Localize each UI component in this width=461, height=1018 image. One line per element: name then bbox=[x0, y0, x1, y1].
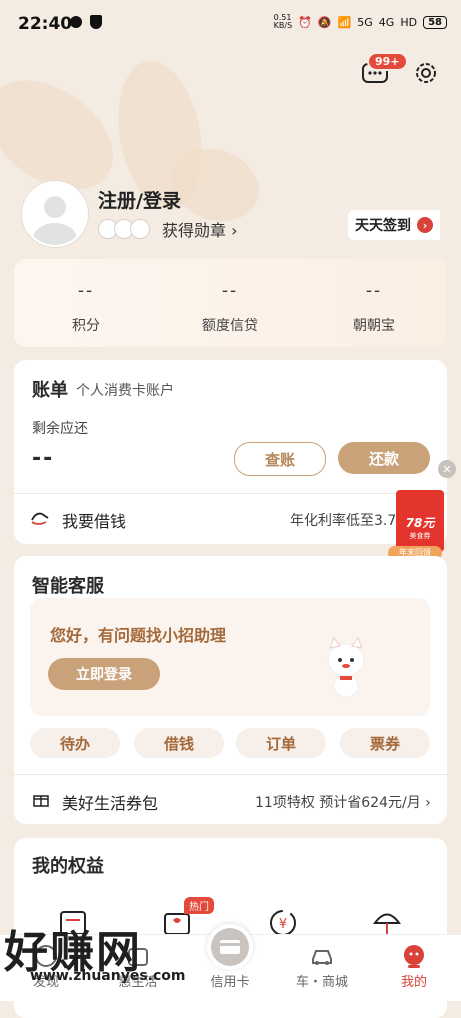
credit-card-icon bbox=[211, 928, 249, 966]
repay-button[interactable]: 还款 bbox=[338, 442, 430, 474]
svg-text:¥: ¥ bbox=[279, 917, 287, 932]
stats-card: -- 积分 -- 额度信贷 -- 朝朝宝 bbox=[14, 259, 447, 347]
bill-card: 账单 个人消费卡账户 剩余应还 -- 查账 还款 我要借钱 年化利率低至3.72 bbox=[14, 360, 447, 544]
gear-icon bbox=[416, 63, 436, 83]
rights-title: 我的权益 bbox=[32, 856, 104, 877]
battery-icon: 58 bbox=[423, 15, 447, 29]
divider bbox=[14, 774, 447, 775]
default-avatar-icon bbox=[33, 196, 77, 245]
stat-zhaozhaobao[interactable]: -- 朝朝宝 bbox=[314, 281, 434, 335]
check-bill-button[interactable]: 查账 bbox=[234, 442, 326, 476]
nav-label: 我的 bbox=[400, 975, 427, 990]
stat-value: -- bbox=[77, 281, 95, 301]
service-card: 智能客服 您好，有问题找小招助理 立即登录 待办 借钱 订单 票券 美好生活券包… bbox=[14, 556, 447, 824]
stat-credit[interactable]: -- 额度信贷 bbox=[170, 281, 290, 335]
wifi-icon: 📶 bbox=[337, 15, 352, 29]
avatar[interactable] bbox=[22, 181, 88, 247]
remaining-value: -- bbox=[32, 446, 55, 471]
borrow-icon bbox=[30, 508, 50, 528]
service-title: 智能客服 bbox=[32, 576, 104, 597]
assistant-banner: 您好，有问题找小招助理 立即登录 bbox=[30, 598, 430, 716]
nav-label: 信用卡 bbox=[210, 975, 250, 990]
medal-group bbox=[98, 219, 150, 239]
promo-amount: 78元 bbox=[405, 516, 435, 530]
signal-5g: 5G bbox=[357, 15, 373, 29]
stat-points[interactable]: -- 积分 bbox=[26, 281, 146, 335]
coupon-pack-info[interactable]: 11项特权 预计省624元/月 › bbox=[255, 792, 431, 812]
medal-link[interactable]: 获得勋章 › bbox=[162, 217, 238, 241]
mine-icon bbox=[401, 943, 427, 969]
pill-todo[interactable]: 待办 bbox=[30, 728, 120, 758]
stat-value: -- bbox=[365, 281, 383, 301]
mute-icon: 🔕 bbox=[317, 15, 332, 29]
pill-tickets[interactable]: 票券 bbox=[340, 728, 430, 758]
bill-subtitle: 个人消费卡账户 bbox=[76, 383, 174, 399]
message-badge: 99+ bbox=[367, 52, 408, 71]
signal-4g: 4G bbox=[378, 15, 395, 29]
status-icons: 0.51 KB/S ⏰ 🔕 📶 5G 4G HD 58 bbox=[274, 14, 447, 30]
remaining-label: 剩余应还 bbox=[32, 421, 88, 437]
nav-car-mall[interactable]: 车・商城 bbox=[276, 943, 368, 990]
stat-label: 积分 bbox=[72, 318, 100, 334]
stat-label: 额度信贷 bbox=[202, 318, 258, 334]
gift-icon bbox=[32, 790, 50, 808]
hot-badge: 热门 bbox=[184, 897, 214, 914]
alarm-icon: ⏰ bbox=[298, 15, 312, 29]
nav-mine[interactable]: 我的 bbox=[368, 943, 460, 990]
watermark-url: www.zhuanyes.com bbox=[30, 968, 186, 984]
notification-icon bbox=[70, 16, 82, 28]
car-icon bbox=[309, 943, 335, 969]
coupon-pack-link[interactable]: 美好生活券包 bbox=[62, 790, 158, 814]
medal-icon bbox=[130, 219, 150, 239]
pill-orders[interactable]: 订单 bbox=[236, 728, 326, 758]
status-time: 22:40 bbox=[18, 14, 73, 34]
login-now-button[interactable]: 立即登录 bbox=[48, 658, 160, 690]
pill-borrow[interactable]: 借钱 bbox=[134, 728, 224, 758]
divider bbox=[14, 493, 447, 494]
chevron-right-icon: › bbox=[417, 217, 433, 233]
login-link[interactable]: 注册/登录 bbox=[98, 186, 181, 213]
net-speed: 0.51 KB/S bbox=[273, 13, 293, 30]
credit-card-fab[interactable] bbox=[207, 924, 253, 970]
checkin-button[interactable]: 天天签到 › bbox=[348, 210, 440, 240]
hd-label: HD bbox=[400, 15, 418, 29]
checkin-label: 天天签到 bbox=[355, 218, 411, 234]
close-icon[interactable]: ✕ bbox=[438, 460, 456, 478]
status-bar: 22:40 0.51 KB/S ⏰ 🔕 📶 5G 4G HD 58 bbox=[0, 0, 461, 50]
stat-value: -- bbox=[221, 281, 239, 301]
settings-button[interactable] bbox=[411, 58, 441, 88]
nav-label: 车・商城 bbox=[295, 975, 348, 990]
shield-icon bbox=[90, 15, 102, 29]
stat-label: 朝朝宝 bbox=[353, 318, 395, 334]
promo-envelope[interactable]: 78元 美食券 bbox=[396, 490, 444, 552]
borrow-link[interactable]: 我要借钱 bbox=[62, 508, 126, 532]
promo-coupon: 美食券 bbox=[409, 532, 431, 540]
bill-title: 账单 bbox=[32, 380, 68, 401]
banner-text: 您好，有问题找小招助理 bbox=[50, 626, 227, 645]
mascot-cat-icon bbox=[318, 636, 374, 698]
